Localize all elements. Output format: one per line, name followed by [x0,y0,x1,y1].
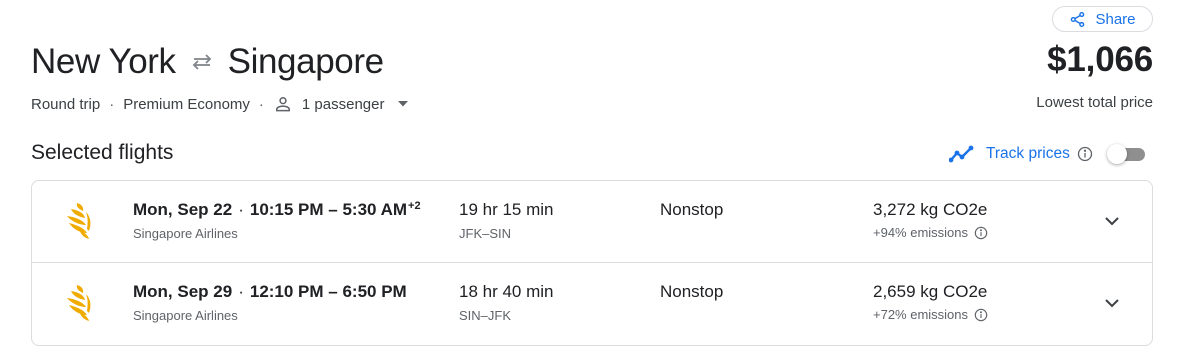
destination-city: Singapore [227,42,384,81]
emissions: 2,659 kg CO2e [873,282,988,301]
flight-date: Mon, Sep 29 [133,282,233,301]
flight-date: Mon, Sep 22 [133,200,233,219]
share-icon [1069,11,1086,28]
info-icon[interactable] [974,308,988,322]
emissions-delta-text: +72% emissions [873,307,969,322]
airport-route: JFK–SIN [459,226,512,241]
passenger-count: 1 passenger [301,95,385,113]
origin-city: New York [31,42,176,81]
share-label: Share [1095,10,1136,28]
emissions-delta-text: +94% emissions [873,225,969,240]
caret-down-icon [398,99,409,109]
separator-dot: · [109,95,115,113]
route-title: New York Singapore [31,41,384,83]
chevron-down-icon[interactable] [1102,211,1122,231]
airline-name: Singapore Airlines [133,308,238,323]
flight-times: Mon, Sep 29 · 12:10 PM – 6:50 PM [133,282,407,302]
airline-name: Singapore Airlines [133,226,238,241]
departure-arrival: 12:10 PM – 6:50 PM [249,282,407,301]
chevron-down-icon[interactable] [1102,293,1122,313]
day-offset: +2 [408,200,421,212]
track-prices-toggle[interactable] [1106,144,1147,164]
section-title: Selected flights [31,141,174,164]
stops: Nonstop [660,282,724,301]
track-prices: Track prices [949,143,1147,165]
cabin-class: Premium Economy [123,95,250,113]
toggle-knob [1106,144,1127,164]
trending-line-icon [949,145,975,163]
flight-times: Mon, Sep 22 · 10:15 PM – 5:30 AM+2 [133,200,421,220]
person-icon [273,94,293,114]
emissions-delta: +72% emissions [873,307,988,322]
departure-arrival: 10:15 PM – 5:30 AM [249,200,408,219]
price-label: Lowest total price [1036,94,1153,111]
emissions: 3,272 kg CO2e [873,200,988,219]
singapore-airlines-logo [60,199,100,243]
info-icon[interactable] [1077,146,1093,162]
selected-flights-card: Mon, Sep 22 · 10:15 PM – 5:30 AM+2 Singapo… [31,180,1153,346]
trip-details: Round trip · Premium Economy · 1 passeng… [31,93,409,115]
track-prices-label[interactable]: Track prices [986,145,1070,163]
trip-type: Round trip [31,95,101,113]
passenger-selector[interactable]: 1 passenger [273,94,409,114]
emissions-delta: +94% emissions [873,225,988,240]
separator-dot: · [258,95,264,113]
swap-arrows-icon [190,52,214,72]
info-icon[interactable] [974,226,988,240]
separator-dot: · [238,282,244,301]
flight-duration: 18 hr 40 min [459,282,554,301]
stops: Nonstop [660,200,724,219]
separator-dot: · [238,200,244,219]
airport-route: SIN–JFK [459,308,512,323]
flight-row-return[interactable]: Mon, Sep 29 · 12:10 PM – 6:50 PM Singapore… [32,263,1152,345]
total-price: $1,066 [1047,40,1153,79]
flight-duration: 19 hr 15 min [459,200,554,219]
singapore-airlines-logo [60,281,100,325]
flight-row-outbound[interactable]: Mon, Sep 22 · 10:15 PM – 5:30 AM+2 Singapo… [32,181,1152,263]
share-button[interactable]: Share [1052,6,1153,32]
